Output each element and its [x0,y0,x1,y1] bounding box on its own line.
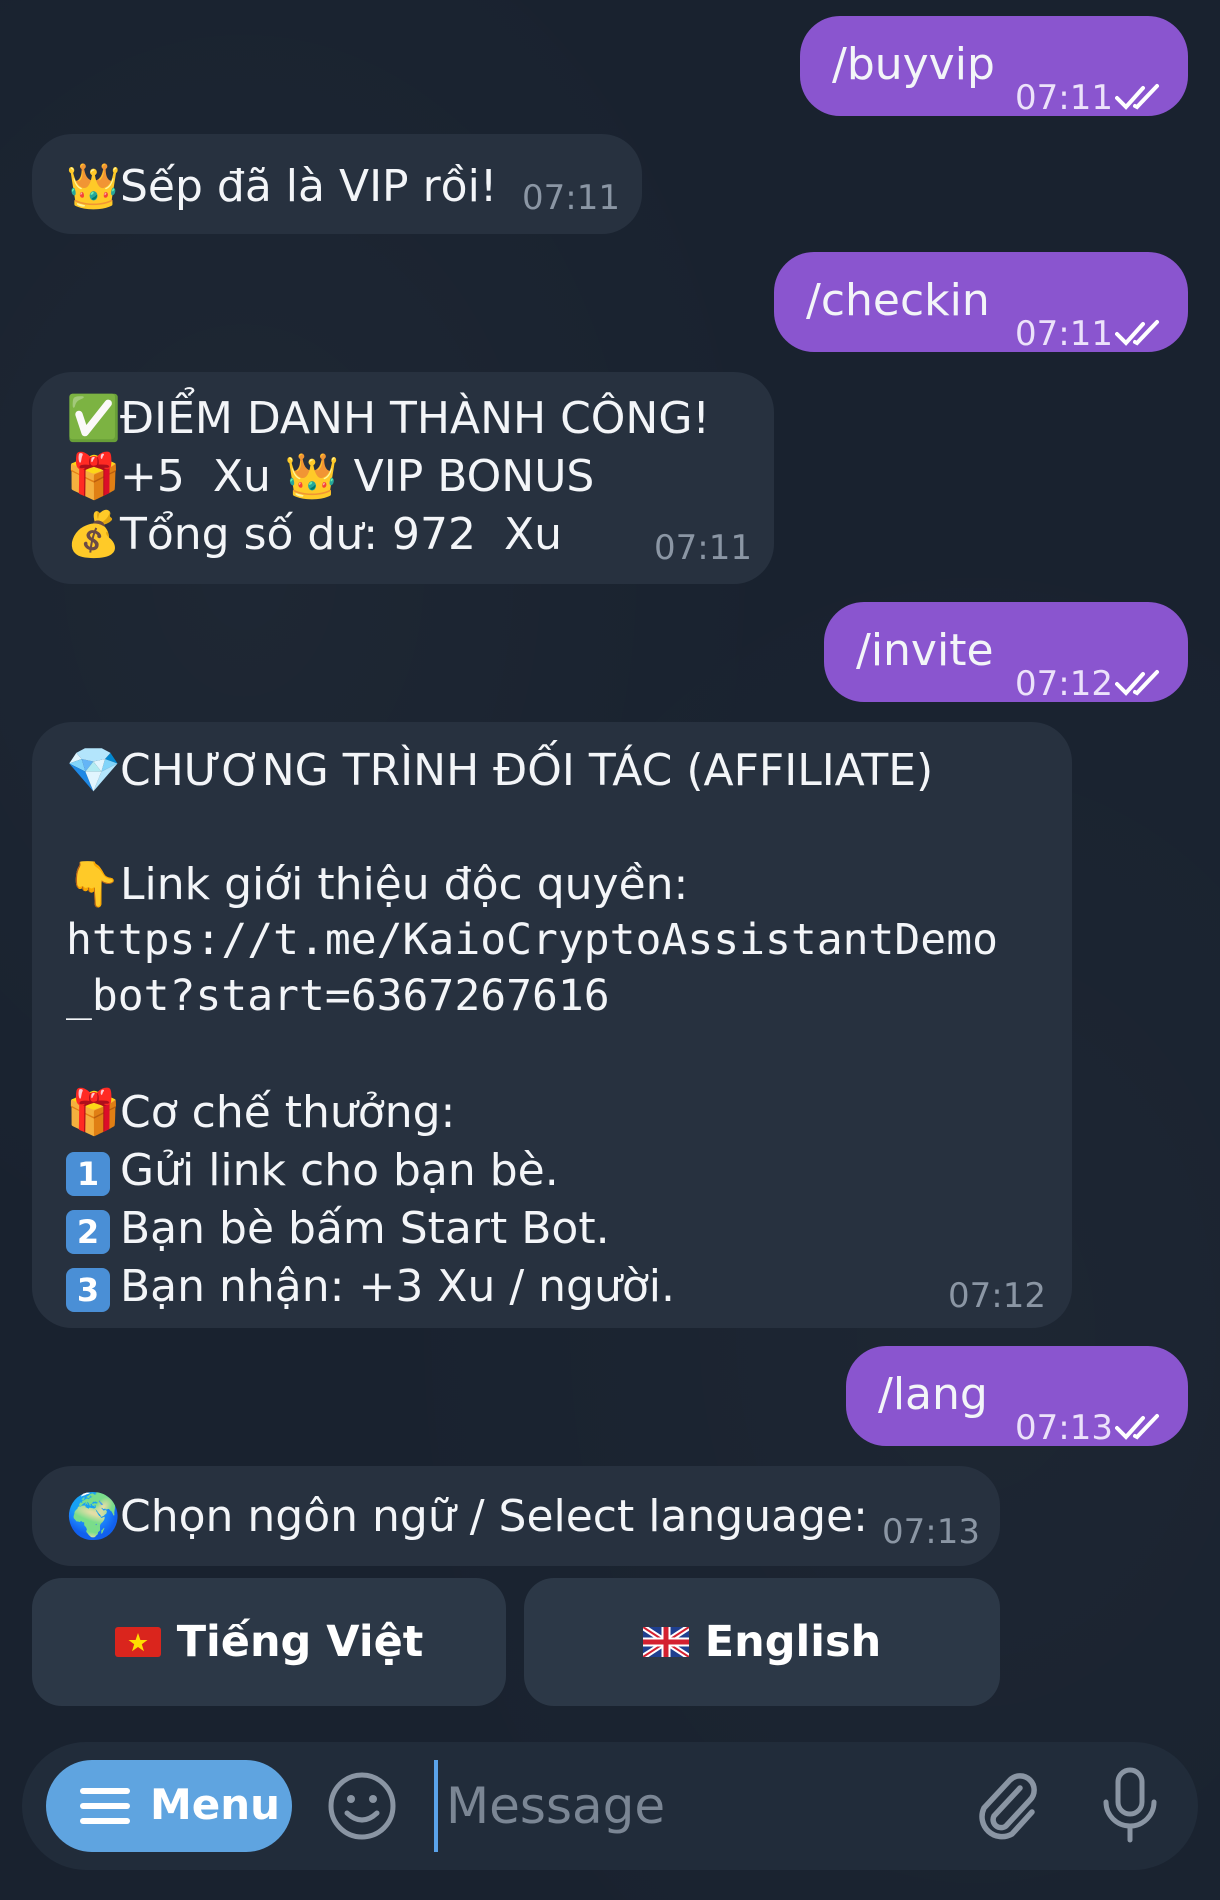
message-time: 07:13 [882,1512,980,1552]
message-time: 07:11 [1015,78,1113,118]
menu-label: Menu [150,1780,281,1829]
message-buyvip[interactable]: /buyvip 07:11 [800,16,1188,118]
check-emoji: ✅ [66,393,121,444]
message-checkin-reply[interactable]: ✅ĐIỂM DANH THÀNH CÔNG! 🎁+5 Xu 👑 VIP BONU… [32,372,774,584]
diamond-emoji: 💎 [66,745,121,796]
crown-emoji: 👑 [66,161,121,212]
money-bag-emoji: 💰 [66,509,121,560]
pointing-down-emoji: 👇 [66,859,121,910]
gift-emoji: 🎁 [66,451,121,502]
message-text: 👑Sếp đã là VIP rồi! [66,158,497,215]
message-time: 07:11 [1015,314,1113,354]
message-input[interactable] [434,1760,934,1852]
affiliate-title: 💎CHƯƠNG TRÌNH ĐỐI TÁC (AFFILIATE) [66,742,933,799]
message-line: ✅ĐIỂM DANH THÀNH CÔNG! [66,390,710,447]
gift-emoji: 🎁 [66,1087,121,1138]
english-language-label: English [704,1617,882,1667]
message-time: 07:12 [948,1276,1046,1316]
message-time: 07:13 [1015,1408,1113,1448]
vietnamese-language-button[interactable]: Tiếng Việt [32,1578,506,1706]
keycap-1-emoji: 1 [66,1142,120,1199]
message-text: /checkin [806,275,990,326]
keycap-3-emoji: 3 [66,1258,120,1315]
reward-step-2: 2 Bạn bè bấm Start Bot. [66,1200,610,1257]
vietnamese-language-label: Tiếng Việt [176,1617,424,1667]
reward-label: 🎁Cơ chế thưởng: [66,1084,455,1141]
message-checkin[interactable]: /checkin 07:11 [774,252,1188,354]
message-invite[interactable]: /invite 07:12 [824,602,1188,704]
double-check-icon [1115,320,1159,346]
message-lang[interactable]: /lang 07:13 [846,1346,1188,1448]
message-time: 07:12 [1015,664,1113,704]
message-text: /lang [878,1369,988,1420]
referral-link-line-1[interactable]: https://t.me/KaioCryptoAssistantDemo [66,912,998,969]
message-vip-reply[interactable]: 👑Sếp đã là VIP rồi! 07:11 [32,134,642,234]
uk-flag-icon [642,1627,689,1657]
english-language-button[interactable]: English [524,1578,1000,1706]
message-text: 🌍Chọn ngôn ngữ / Select language: [66,1488,868,1545]
message-text: /buyvip [832,39,995,90]
vietnam-flag-icon [114,1627,161,1657]
message-text: /invite [856,625,994,676]
reward-step-1: 1 Gửi link cho bạn bè. [66,1142,559,1199]
message-invite-reply[interactable]: 💎CHƯƠNG TRÌNH ĐỐI TÁC (AFFILIATE) 👇Link … [32,722,1072,1328]
keycap-2-emoji: 2 [66,1200,120,1257]
microphone-icon[interactable] [1100,1766,1160,1846]
double-check-icon [1115,1414,1159,1440]
reward-step-3: 3 Bạn nhận: +3 Xu / người. [66,1258,675,1315]
message-composer: Menu [22,1742,1198,1870]
globe-emoji: 🌍 [66,1491,121,1542]
smiley-icon[interactable] [327,1771,397,1841]
referral-link-line-2[interactable]: _bot?start=6367267616 [66,968,610,1025]
message-lang-reply[interactable]: 🌍Chọn ngôn ngữ / Select language: 07:13 [32,1466,1000,1566]
message-time: 07:11 [654,528,752,568]
message-time: 07:11 [522,178,620,218]
message-line: 🎁+5 Xu 👑 VIP BONUS [66,448,594,505]
paperclip-icon[interactable] [972,1768,1042,1844]
menu-button[interactable]: Menu [46,1760,292,1852]
link-label: 👇Link giới thiệu độc quyền: [66,856,688,913]
hamburger-icon [80,1788,130,1824]
message-line: 💰Tổng số dư: 972 Xu [66,506,562,563]
double-check-icon [1115,670,1159,696]
crown-emoji: 👑 [284,451,340,502]
double-check-icon [1115,84,1159,110]
